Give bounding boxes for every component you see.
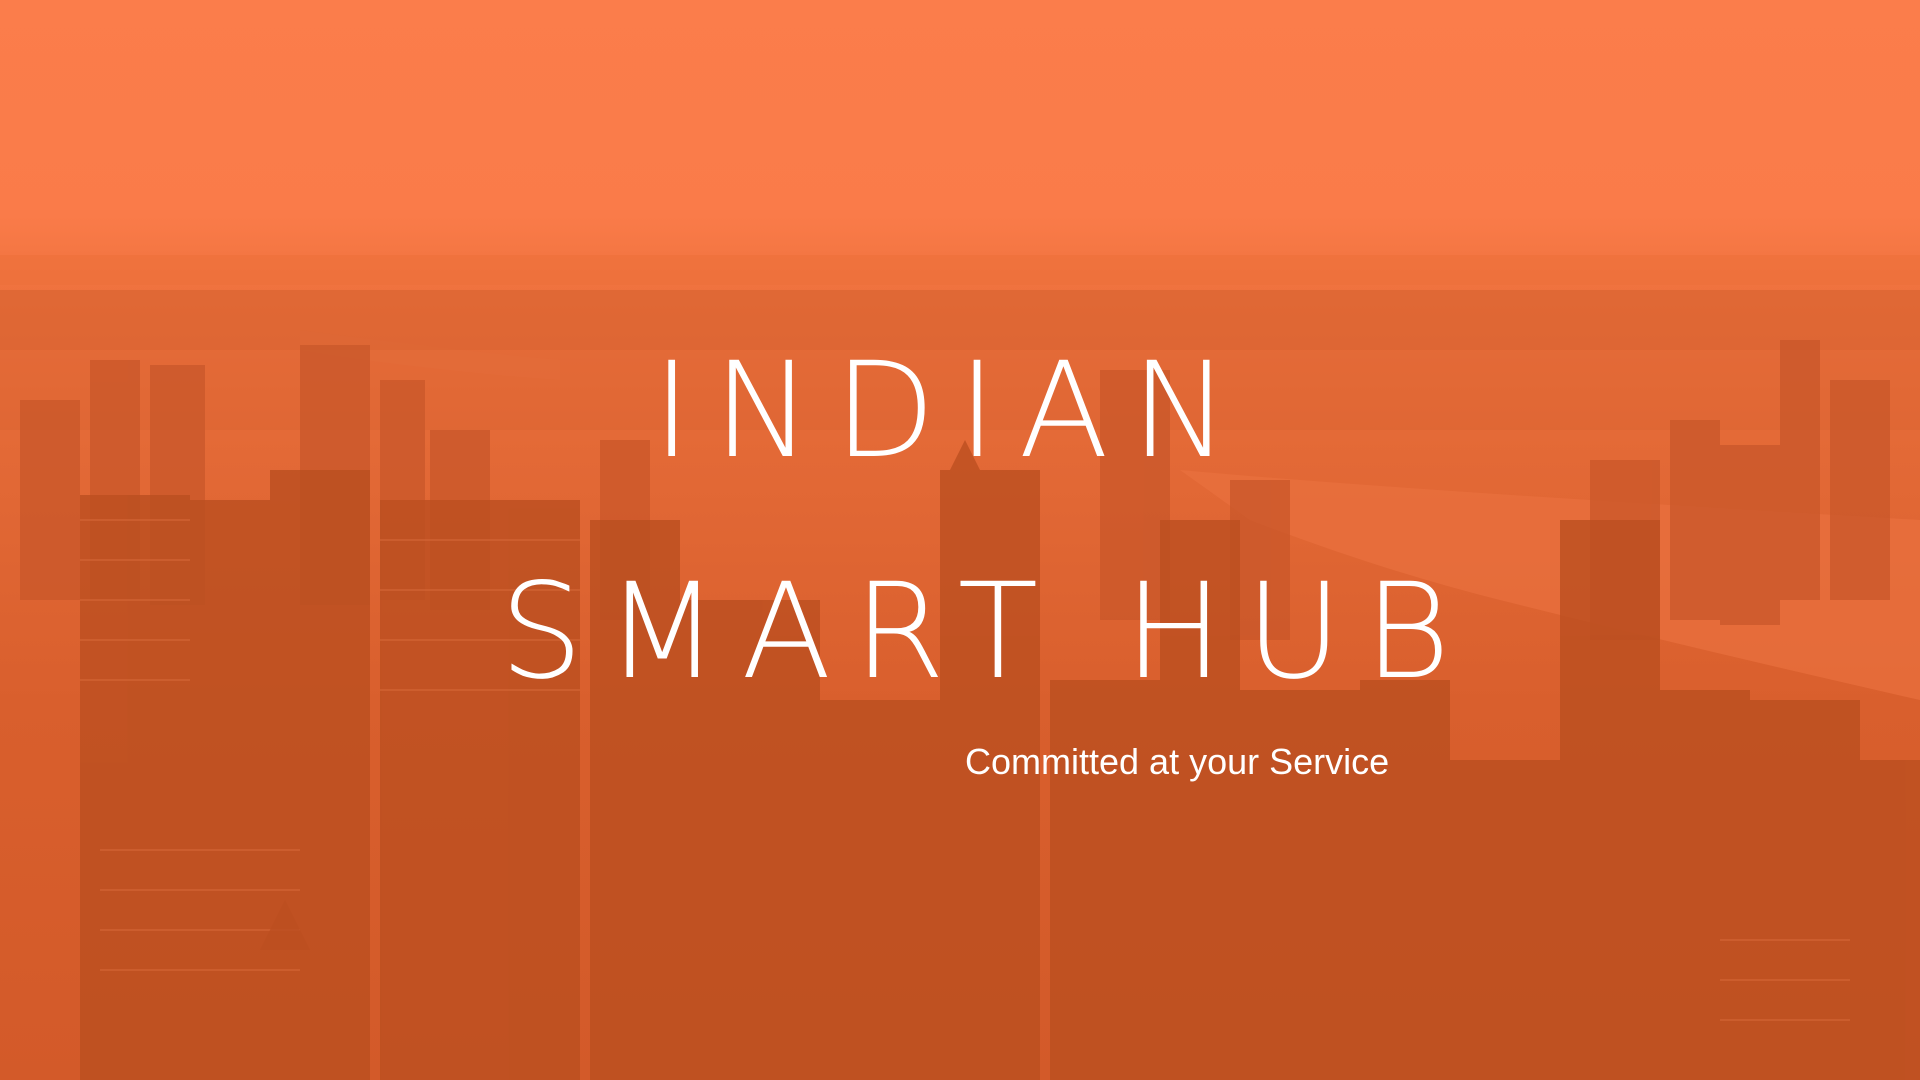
title-line-1: INDIAN [652, 334, 1252, 488]
tagline: Committed at your Service [965, 741, 1390, 782]
title-line-2: SMART HUB [499, 555, 1473, 709]
hero-banner: INDIAN SMART HUB Committed at your Servi… [0, 0, 1920, 1080]
city-skyline-background [0, 255, 1920, 1080]
